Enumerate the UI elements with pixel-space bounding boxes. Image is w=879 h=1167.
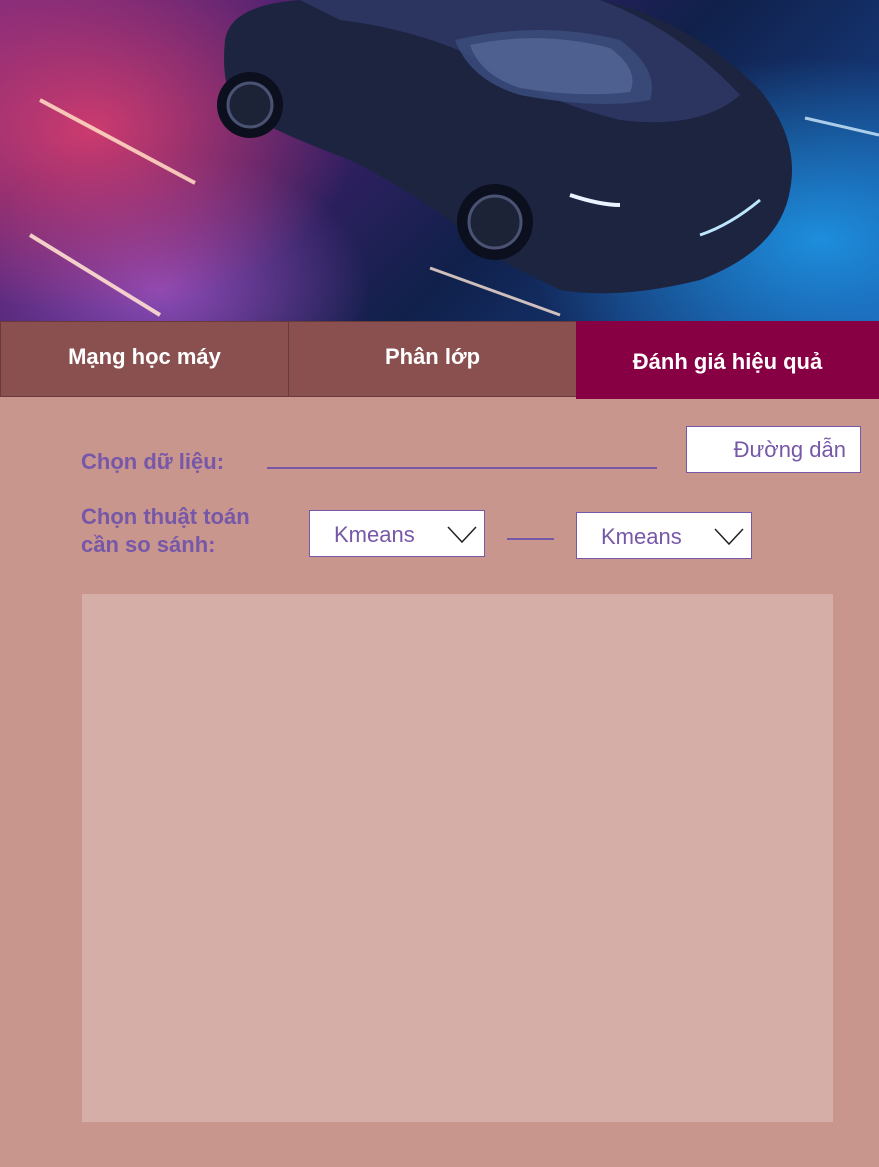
choose-algorithm-label-line1: Chọn thuật toán — [81, 504, 250, 529]
tab-bar: Mạng học máy Phân lớp Đánh giá hiệu quả — [0, 321, 879, 399]
algorithm-a-value: Kmeans — [334, 522, 415, 547]
tab-label: Mạng học máy — [68, 344, 221, 369]
tab-performance-evaluation[interactable]: Đánh giá hiệu quả — [576, 321, 879, 399]
data-path-field[interactable] — [267, 467, 657, 469]
choose-algorithm-label: Chọn thuật toán cần so sánh: — [81, 503, 250, 559]
chevron-down-icon — [447, 526, 477, 544]
choose-algorithm-label-line2: cần so sánh: — [81, 532, 216, 557]
tab-label: Đánh giá hiệu quả — [632, 349, 823, 374]
algorithm-a-select[interactable]: Kmeans — [309, 510, 485, 557]
tab-machine-learning[interactable]: Mạng học máy — [0, 321, 289, 397]
algorithm-b-value: Kmeans — [601, 524, 682, 549]
chevron-down-icon — [714, 528, 744, 546]
results-panel — [82, 594, 833, 1122]
algorithm-b-select[interactable]: Kmeans — [576, 512, 752, 559]
comparison-separator — [507, 538, 554, 540]
tab-label: Phân lớp — [384, 344, 481, 369]
browse-path-button[interactable]: Đường dẫn — [686, 426, 861, 473]
tab-classification[interactable]: Phân lớp — [288, 321, 577, 397]
choose-data-label: Chọn dữ liệu: — [81, 449, 225, 474]
hero-banner-image — [0, 0, 879, 321]
